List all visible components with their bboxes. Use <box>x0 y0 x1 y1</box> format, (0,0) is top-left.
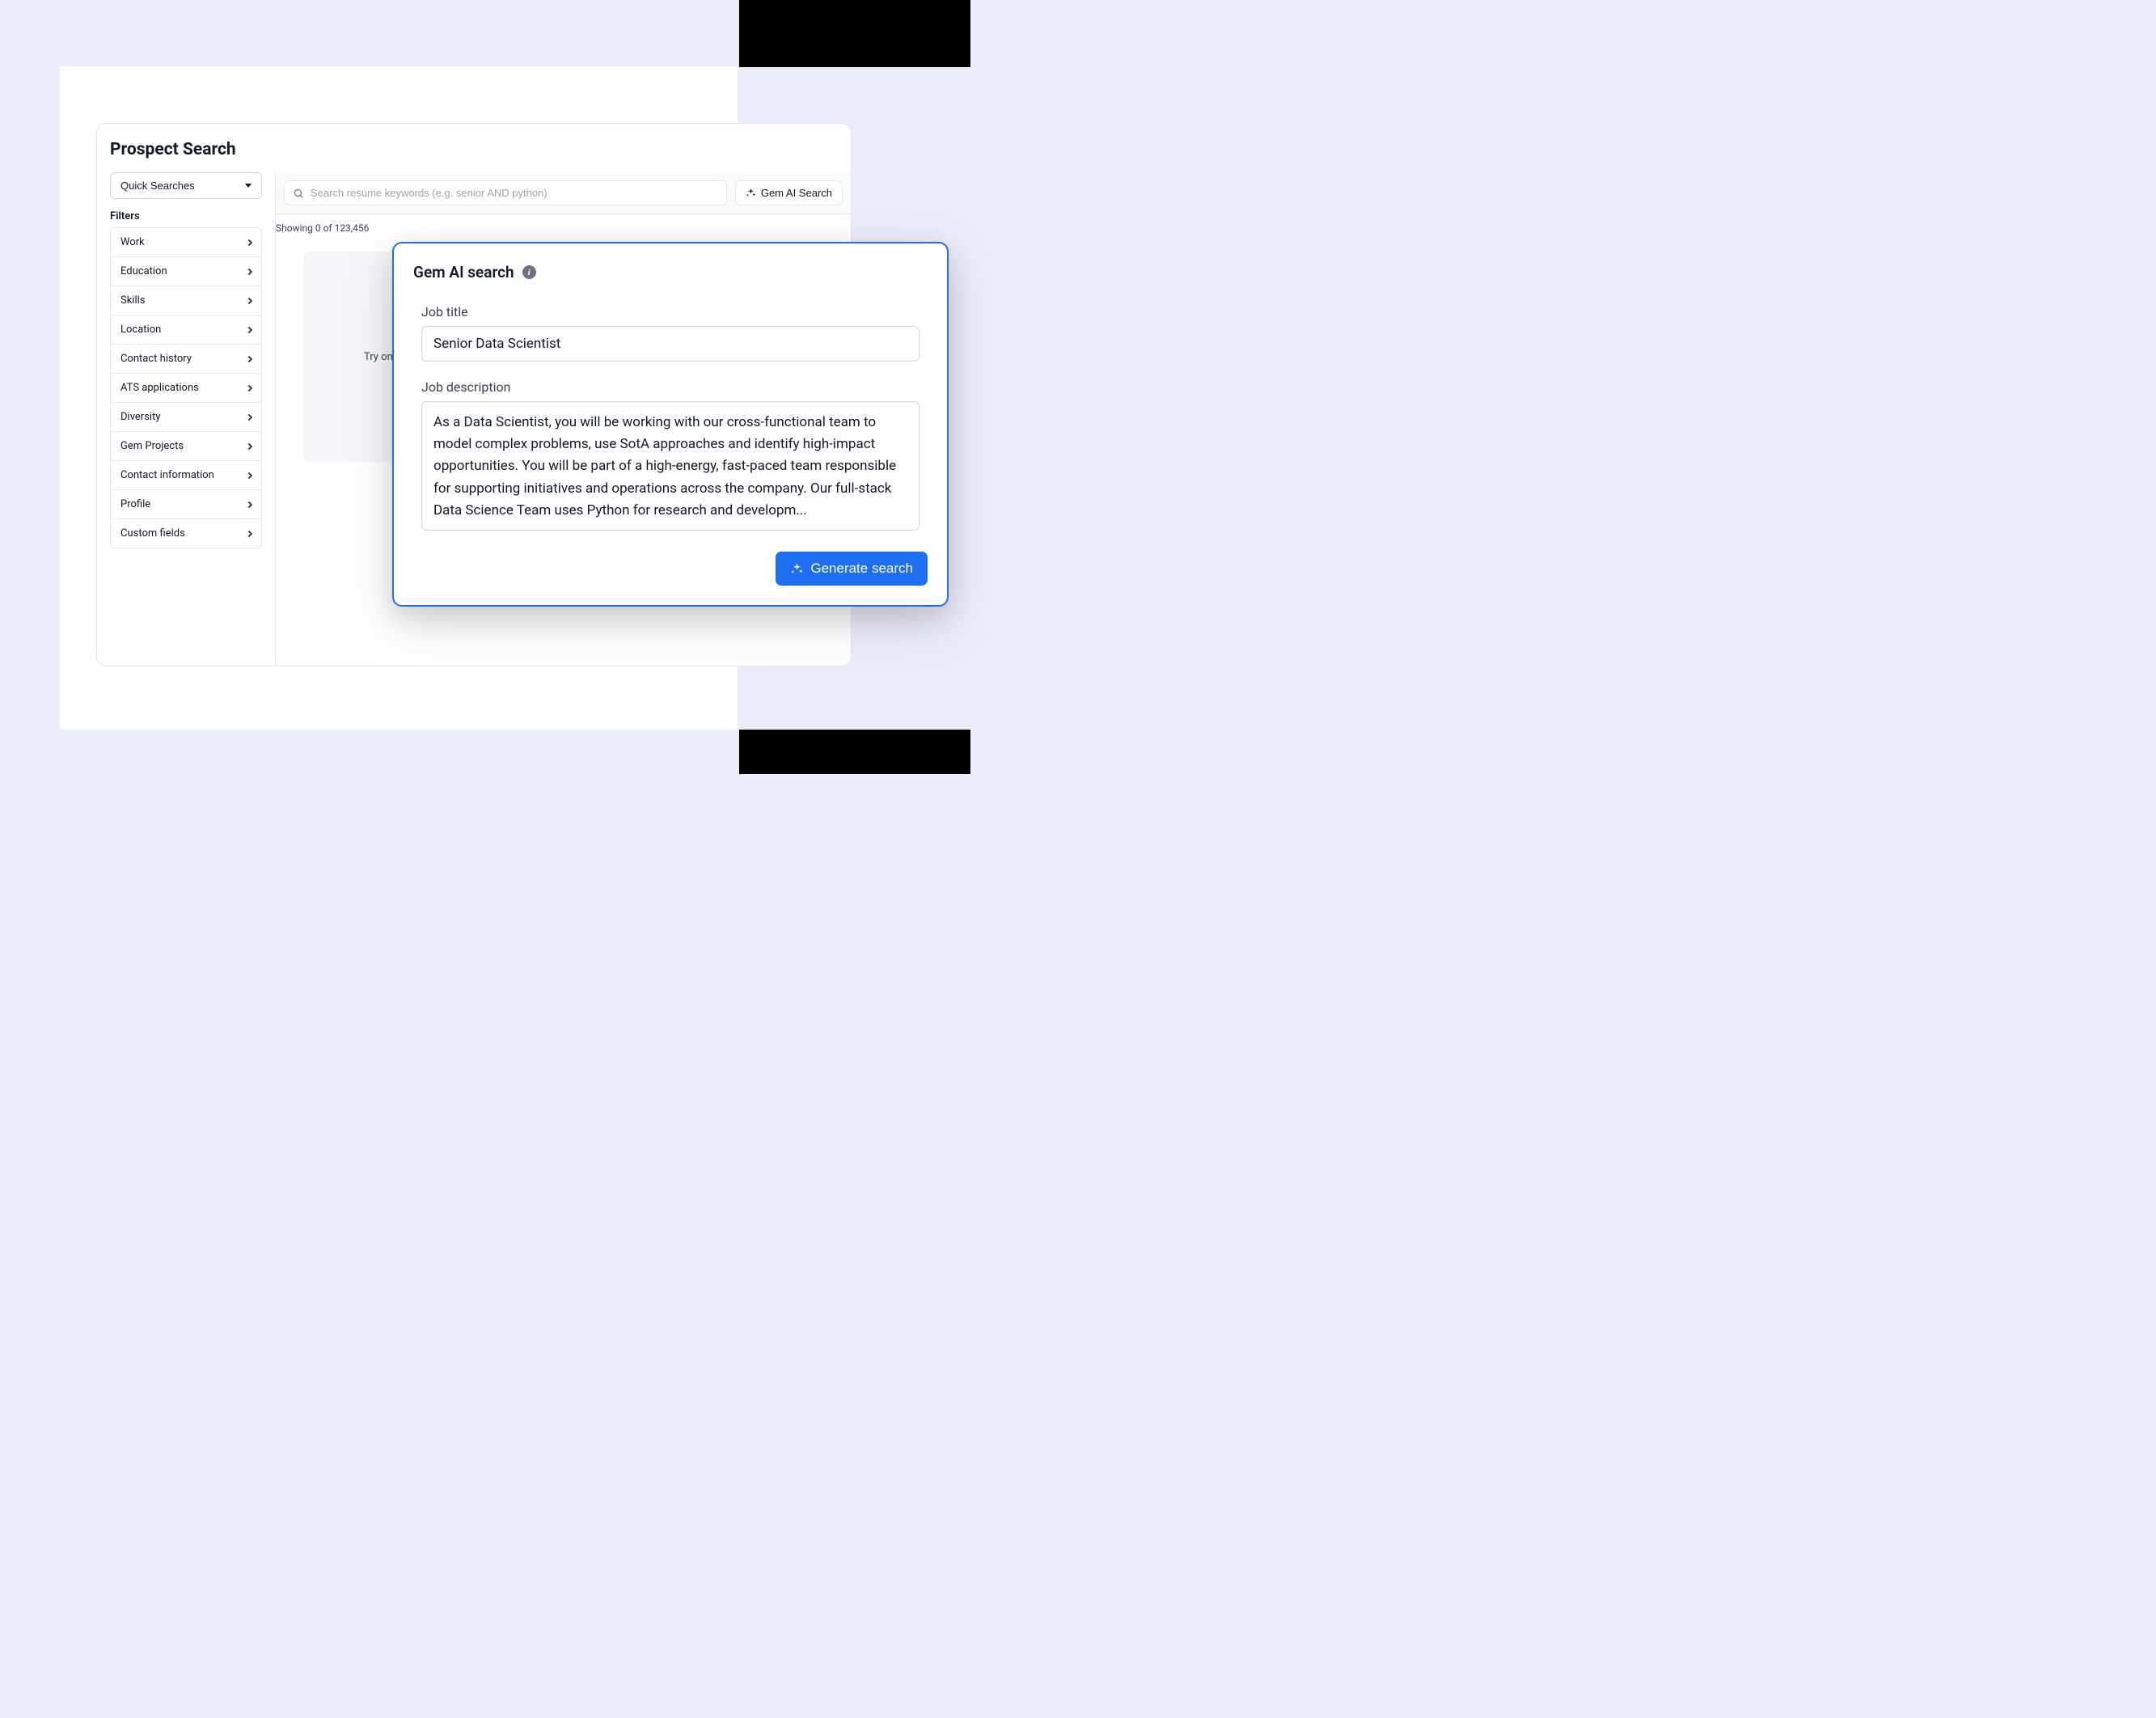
sparkle-icon <box>790 562 804 576</box>
modal-title: Gem AI search <box>413 263 514 281</box>
job-description-textarea[interactable]: As a Data Scientist, you will be working… <box>421 401 919 531</box>
filter-label: ATS applications <box>120 382 199 394</box>
placeholder-text: Try on <box>364 351 393 363</box>
job-description-group: Job description As a Data Scientist, you… <box>413 379 928 534</box>
filter-item-ats-applications[interactable]: ATS applications <box>111 374 261 403</box>
generate-search-button[interactable]: Generate search <box>776 552 928 586</box>
filter-item-gem-projects[interactable]: Gem Projects <box>111 432 261 461</box>
chevron-right-icon <box>246 268 252 274</box>
chevron-right-icon <box>246 472 252 478</box>
info-icon[interactable]: i <box>522 265 536 279</box>
sparkle-icon <box>746 188 756 198</box>
sidebar: Quick Searches Filters Work Education Sk… <box>97 172 275 666</box>
job-title-label: Job title <box>421 304 919 319</box>
ai-search-label: Gem AI Search <box>761 187 832 199</box>
search-icon <box>293 188 304 199</box>
chevron-right-icon <box>246 413 252 420</box>
filter-item-diversity[interactable]: Diversity <box>111 403 261 432</box>
filter-label: Profile <box>120 498 150 510</box>
results-count: Showing 0 of 123,456 <box>276 214 851 242</box>
quick-searches-dropdown[interactable]: Quick Searches <box>110 172 262 199</box>
filter-item-contact-information[interactable]: Contact information <box>111 461 261 490</box>
filter-item-work[interactable]: Work <box>111 228 261 257</box>
filter-item-custom-fields[interactable]: Custom fields <box>111 519 261 548</box>
filter-label: Location <box>120 324 161 336</box>
filters-list: Work Education Skills Location Contact h… <box>110 227 262 548</box>
filter-item-profile[interactable]: Profile <box>111 490 261 519</box>
chevron-right-icon <box>246 442 252 449</box>
filter-label: Education <box>120 265 167 277</box>
chevron-right-icon <box>246 501 252 507</box>
page-title: Prospect Search <box>97 124 851 172</box>
filter-label: Contact information <box>120 469 214 481</box>
filter-item-education[interactable]: Education <box>111 257 261 286</box>
chevron-right-icon <box>246 530 252 536</box>
search-input-wrapper[interactable] <box>284 180 727 205</box>
caret-down-icon <box>245 184 252 188</box>
filter-label: Work <box>120 236 145 248</box>
filter-label: Custom fields <box>120 527 185 540</box>
chevron-right-icon <box>246 326 252 332</box>
filter-item-location[interactable]: Location <box>111 315 261 345</box>
filter-label: Contact history <box>120 353 192 365</box>
ai-search-button[interactable]: Gem AI Search <box>735 180 843 205</box>
filter-label: Diversity <box>120 411 160 423</box>
generate-button-label: Generate search <box>810 561 913 577</box>
job-title-input[interactable] <box>421 326 919 362</box>
search-input[interactable] <box>311 187 718 199</box>
job-title-group: Job title <box>413 304 928 362</box>
decorative-bar-bottom <box>739 730 970 774</box>
quick-searches-label: Quick Searches <box>120 180 195 192</box>
filter-item-skills[interactable]: Skills <box>111 286 261 315</box>
decorative-bar-top <box>739 0 970 67</box>
modal-footer: Generate search <box>413 552 928 586</box>
chevron-right-icon <box>246 297 252 303</box>
filter-label: Skills <box>120 294 146 307</box>
chevron-right-icon <box>246 384 252 391</box>
search-bar-row: Gem AI Search <box>276 172 851 214</box>
chevron-right-icon <box>246 239 252 245</box>
job-description-label: Job description <box>421 379 919 395</box>
filter-item-contact-history[interactable]: Contact history <box>111 345 261 374</box>
filter-label: Gem Projects <box>120 440 184 452</box>
chevron-right-icon <box>246 355 252 362</box>
filters-heading: Filters <box>110 210 262 222</box>
ai-search-modal: Gem AI search i Job title Job descriptio… <box>392 242 949 607</box>
modal-header: Gem AI search i <box>413 263 928 281</box>
